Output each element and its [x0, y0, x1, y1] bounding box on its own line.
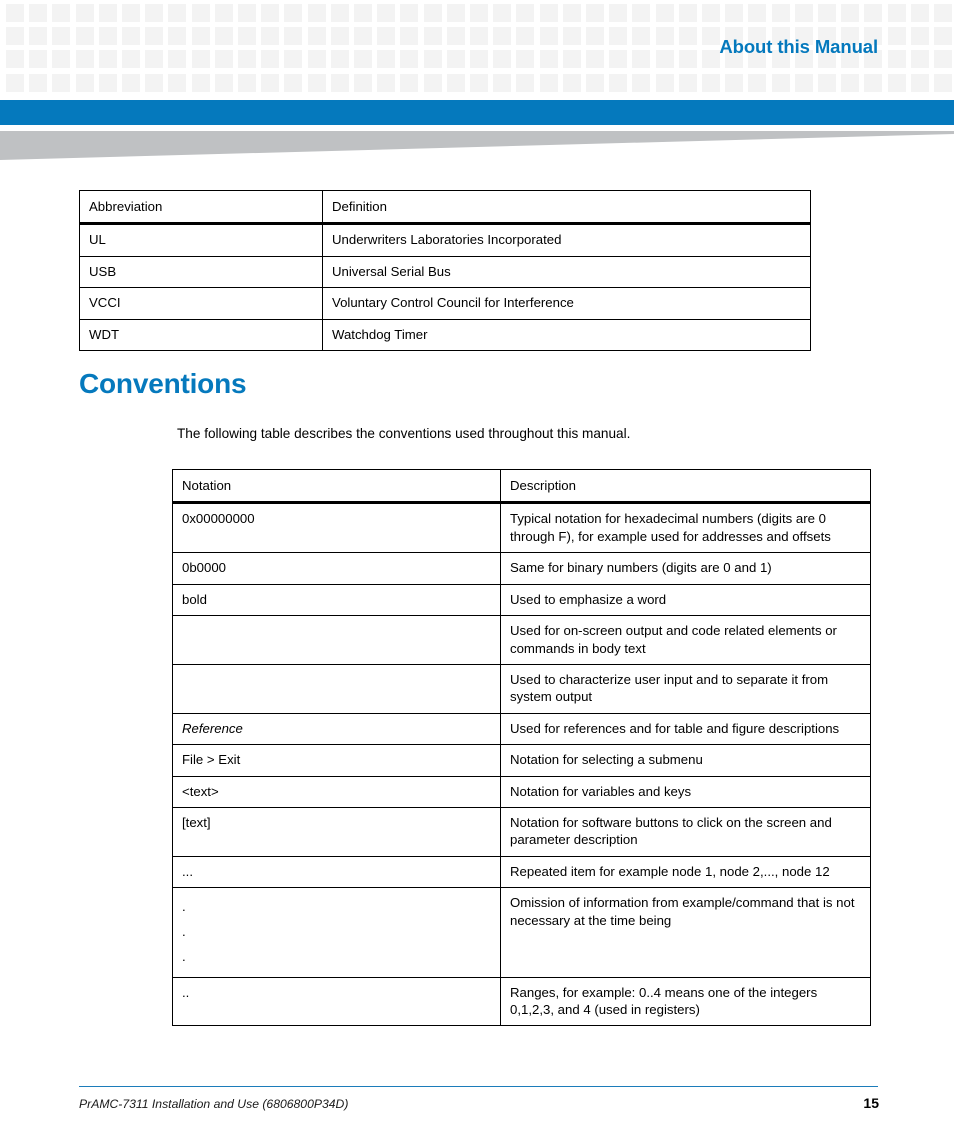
table-row: ... Repeated item for example node 1, nod… [172, 855, 871, 889]
notation-cell: 0b0000 [172, 552, 501, 585]
notation-cell: Reference [172, 712, 501, 746]
notation-cell [172, 615, 501, 665]
description-cell: Notation for variables and keys [500, 775, 871, 809]
column-header-description: Description [500, 468, 871, 505]
table-row: USB Universal Serial Bus [79, 255, 811, 289]
abbreviation-table: Abbreviation Definition UL Underwriters L… [79, 189, 811, 352]
description-cell: Notation for software buttons to click o… [500, 807, 871, 857]
abbreviation-cell: USB [79, 255, 323, 289]
notation-cell: .. [172, 976, 501, 1027]
description-cell: Used to characterize user input and to s… [500, 663, 871, 714]
definition-cell: Underwriters Laboratories Incorporated [322, 223, 811, 257]
table-row: 0b0000 Same for binary numbers (digits ar… [172, 552, 871, 585]
description-cell: Used for on-screen output and code relat… [500, 615, 871, 665]
description-cell: Notation for selecting a submenu [500, 744, 871, 777]
definition-cell: Watchdog Timer [322, 318, 811, 352]
description-cell: Same for binary numbers (digits are 0 an… [500, 552, 871, 585]
table-row: VCCI Voluntary Control Council for Interf… [79, 287, 811, 320]
table-header-row: Notation Description [172, 468, 871, 505]
conventions-table-wrapper: Notation Description 0x00000000 Typical n… [172, 468, 871, 1027]
page-title: Conventions [79, 368, 247, 399]
definition-cell: Universal Serial Bus [322, 255, 811, 289]
abbreviation-cell: UL [79, 223, 323, 257]
table-row: Used to characterize user input and to s… [172, 663, 871, 714]
table-row: bold Used to emphasize a word [172, 583, 871, 617]
column-header-abbreviation: Abbreviation [79, 189, 323, 226]
abbreviation-cell: WDT [79, 318, 323, 352]
table-row: <text> Notation for variables and keys [172, 775, 871, 809]
definition-cell: Voluntary Control Council for Interferen… [322, 287, 811, 320]
table-row: ... Omission of information from example/… [172, 887, 871, 978]
table-row: Reference Used for references and for tab… [172, 712, 871, 746]
description-cell: Repeated item for example node 1, node 2… [500, 855, 871, 889]
description-cell: Omission of information from example/com… [500, 887, 871, 978]
notation-dot: . [182, 924, 186, 940]
header-gray-wedge [0, 131, 954, 163]
table-header-row: Abbreviation Definition [79, 189, 811, 226]
description-cell: Ranges, for example: 0..4 means one of t… [500, 976, 871, 1027]
abbreviation-table-wrapper: Abbreviation Definition UL Underwriters L… [79, 189, 811, 352]
notation-cell [172, 663, 501, 714]
notation-cell: ... [172, 887, 501, 978]
table-row: Used for on-screen output and code relat… [172, 615, 871, 665]
table-row: [text] Notation for software buttons to c… [172, 807, 871, 857]
table-row: WDT Watchdog Timer [79, 318, 811, 352]
notation-cell: ... [172, 855, 501, 889]
page-header-title: About this Manual [719, 36, 878, 57]
notation-cell: [text] [172, 807, 501, 857]
header-blue-bar [0, 100, 954, 125]
footer-divider [79, 1086, 878, 1087]
table-row: UL Underwriters Laboratories Incorporated [79, 223, 811, 257]
notation-cell: <text> [172, 775, 501, 809]
description-cell: Used for references and for table and fi… [500, 712, 871, 746]
notation-dot: . [182, 949, 186, 965]
notation-cell: 0x00000000 [172, 502, 501, 554]
table-row: .. Ranges, for example: 0..4 means one of… [172, 976, 871, 1027]
column-header-notation: Notation [172, 468, 501, 505]
notation-cell: bold [172, 583, 501, 617]
footer-page-number: 15 [863, 1095, 879, 1111]
decorative-header-band: About this Manual [0, 0, 954, 100]
table-row: File > Exit Notation for selecting a subm… [172, 744, 871, 777]
notation-cell: File > Exit [172, 744, 501, 777]
description-cell: Used to emphasize a word [500, 583, 871, 617]
conventions-table: Notation Description 0x00000000 Typical n… [172, 468, 871, 1027]
description-cell: Typical notation for hexadecimal numbers… [500, 502, 871, 554]
column-header-definition: Definition [322, 189, 811, 226]
abbreviation-cell: VCCI [79, 287, 323, 320]
table-row: 0x00000000 Typical notation for hexadecim… [172, 502, 871, 554]
section-intro-text: The following table describes the conven… [177, 426, 631, 441]
notation-dot: . [182, 899, 186, 915]
